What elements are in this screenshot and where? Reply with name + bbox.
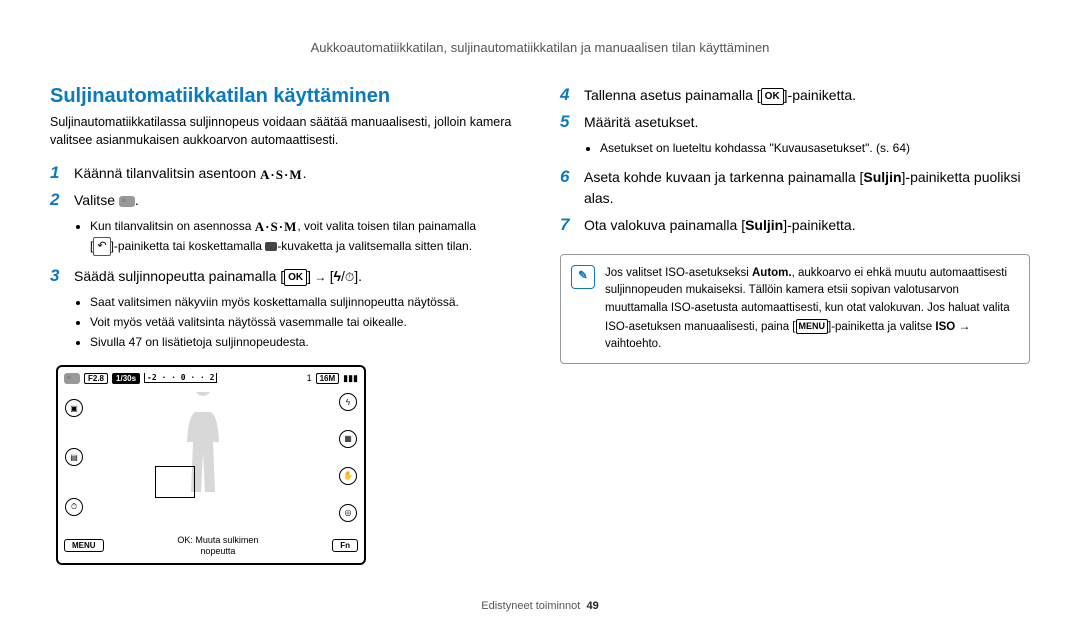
stabilizer-icon: ✋ xyxy=(339,467,357,485)
left-column: Suljinautomatiikkatilan käyttäminen Sulj… xyxy=(50,85,520,565)
drive-icon: ▤ xyxy=(65,448,83,466)
step-2-after: . xyxy=(135,192,139,208)
step-3-end: ]. xyxy=(354,268,362,284)
step-num-3: 3 xyxy=(50,266,64,286)
lcd-hint: OK: Muuta sulkimennopeutta xyxy=(104,535,333,557)
step-7: 7 Ota valokuva painamalla [Suljin]-paini… xyxy=(560,215,1030,236)
mode-dial-icon xyxy=(119,196,135,207)
step-1: 1 Käännä tilanvalitsin asentoon A·S·M. xyxy=(50,163,520,184)
asm-icon: A·S·M xyxy=(255,217,298,237)
step-5: 5 Määritä asetukset. xyxy=(560,112,1030,133)
step-7-bold: Suljin xyxy=(745,217,783,233)
arrow-icon: → xyxy=(955,319,970,333)
step-2: 2 Valitse . xyxy=(50,190,520,211)
asm-icon: A·S·M xyxy=(260,165,303,185)
step-4: 4 Tallenna asetus painamalla [OK]-painik… xyxy=(560,85,1030,106)
note-icon: ✎ xyxy=(571,265,595,289)
footer-label: Edistyneet toiminnot xyxy=(481,600,580,612)
bullet-3c: Sivulla 47 on lisätietoja suljinnopeudes… xyxy=(90,333,520,351)
page-header: Aukkoautomatiikkatilan, suljinautomatiik… xyxy=(50,40,1030,55)
intro-text: Suljinautomatiikkatilassa suljinnopeus v… xyxy=(50,114,520,149)
step-7-post: ]-painiketta. xyxy=(783,217,855,233)
step-5-text: Määritä asetukset. xyxy=(584,112,1030,133)
lcd-figure: F2.8 1/30s -2 · · 0 · · 2 1 16M ▮▮▮ ▣ ▤ … xyxy=(56,365,366,565)
step-6: 6 Aseta kohde kuvaan ja tarkenna painama… xyxy=(560,167,1030,209)
bullet-3a: Saat valitsimen näkyviin myös koskettama… xyxy=(90,293,520,311)
step-4-after: ]-painiketta. xyxy=(784,87,856,103)
step-num-6: 6 xyxy=(560,167,574,187)
timer-icon: ⏱ xyxy=(65,498,83,516)
mode-dial-icon xyxy=(64,373,80,384)
exposure-scale: -2 · · 0 · · 2 xyxy=(144,373,217,383)
note-box: ✎ Jos valitset ISO-asetukseksi Autom., a… xyxy=(560,254,1030,364)
step-5-bullets: Asetukset on lueteltu kohdassa "Kuvausas… xyxy=(582,139,1030,157)
shot-count: 1 xyxy=(307,373,312,383)
step-6-pre: Aseta kohde kuvaan ja tarkenna painamall… xyxy=(584,169,863,185)
bullet-3b: Voit myös vetää valitsinta näytössä vase… xyxy=(90,313,520,331)
step-2-bullets: Kun tilanvalitsin on asennossa A·S·M, vo… xyxy=(72,217,520,256)
flash-mode-icon: ϟ xyxy=(339,393,357,411)
ok-icon: OK xyxy=(761,88,784,105)
step-1-text: Käännä tilanvalitsin asentoon xyxy=(74,165,260,181)
back-icon: ↶ xyxy=(93,237,110,256)
size-indicator: 16M xyxy=(316,373,340,384)
res-icon: ▦ xyxy=(339,430,357,448)
lcd-menu-button: MENU xyxy=(64,539,104,552)
page-number: 49 xyxy=(586,600,598,612)
bullet-5: Asetukset on lueteltu kohdassa "Kuvausas… xyxy=(600,139,1030,157)
shutter-value: 1/30s xyxy=(112,373,140,384)
timer-icon: ⏱ xyxy=(345,268,354,286)
lcd-left-icons: ▣ ▤ ⏱ xyxy=(64,384,84,531)
flash-icon: ϟ xyxy=(334,268,341,284)
step-3-text: Säädä suljinnopeutta painamalla [ xyxy=(74,268,284,284)
step-num-4: 4 xyxy=(560,85,574,105)
aperture-value: F2.8 xyxy=(84,373,108,384)
bullet-2a-post: , voit valita toisen tilan painamalla xyxy=(297,219,476,233)
step-num-2: 2 xyxy=(50,190,64,210)
lcd-fn-button: Fn xyxy=(332,539,358,552)
bullet-2b-mid: ]-painiketta tai koskettamalla xyxy=(111,239,266,253)
menu-icon: MENU xyxy=(796,319,829,335)
lcd-right-icons: ϟ ▦ ✋ ◎ xyxy=(338,384,358,531)
step-6-bold: Suljin xyxy=(863,169,901,185)
page-footer: Edistyneet toiminnot 49 xyxy=(0,600,1080,612)
section-title: Suljinautomatiikkatilan käyttäminen xyxy=(50,85,520,108)
right-column: 4 Tallenna asetus painamalla [OK]-painik… xyxy=(560,85,1030,565)
step-num-7: 7 xyxy=(560,215,574,235)
step-num-5: 5 xyxy=(560,112,574,132)
step-4-text: Tallenna asetus painamalla [ xyxy=(584,87,761,103)
bullet-2a-pre: Kun tilanvalitsin on asennossa xyxy=(90,219,255,233)
battery-icon: ▮▮▮ xyxy=(343,373,358,384)
af-icon: ◎ xyxy=(339,504,357,522)
step-3-bullets: Saat valitsimen näkyviin myös koskettama… xyxy=(72,293,520,351)
arrow-icon: → xyxy=(311,270,330,284)
note-text: Jos valitset ISO-asetukseksi Autom., auk… xyxy=(605,265,1019,353)
bullet-2b-post: -kuvaketta ja valitsemalla sitten tilan. xyxy=(277,239,472,253)
focus-area xyxy=(155,466,195,498)
mode-icon: ▣ xyxy=(65,399,83,417)
ok-icon: OK xyxy=(284,269,307,286)
step-7-pre: Ota valokuva painamalla [ xyxy=(584,217,745,233)
step-num-1: 1 xyxy=(50,163,64,183)
camera-icon xyxy=(265,242,277,251)
step-3: 3 Säädä suljinnopeutta painamalla [OK] →… xyxy=(50,266,520,287)
step-2-text: Valitse xyxy=(74,192,119,208)
